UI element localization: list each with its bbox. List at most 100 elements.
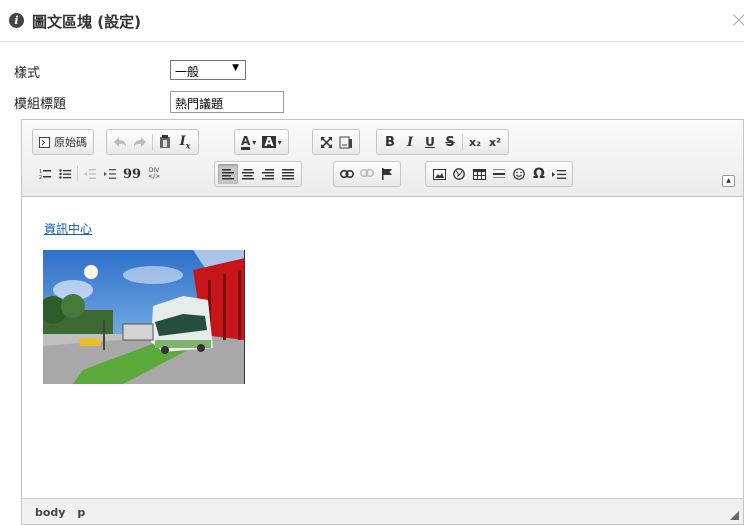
quote-icon: 99 bbox=[123, 166, 142, 182]
dropdown-arrow-icon: ▼ bbox=[232, 63, 239, 73]
special-char-button[interactable]: Ω bbox=[529, 164, 549, 184]
bold-button[interactable]: B bbox=[380, 132, 400, 152]
remove-format-button[interactable]: Ix bbox=[175, 132, 195, 152]
style-select[interactable]: 一般 ▼ bbox=[170, 60, 246, 80]
bg-color-button[interactable]: A ▾ bbox=[259, 132, 284, 152]
superscript-button[interactable]: x² bbox=[485, 132, 505, 152]
strike-button[interactable]: S bbox=[440, 132, 460, 152]
bulleted-list-button[interactable] bbox=[55, 164, 75, 184]
maximize-button[interactable] bbox=[316, 132, 336, 152]
justify-button[interactable] bbox=[278, 164, 298, 184]
basic-style-group: B I U S x₂ x² bbox=[376, 129, 509, 155]
align-center-icon bbox=[242, 168, 254, 179]
flash-button[interactable] bbox=[449, 164, 469, 184]
element-path: body p bbox=[35, 506, 93, 519]
page-break-button[interactable] bbox=[549, 164, 569, 184]
view-group bbox=[312, 129, 360, 155]
paste-button[interactable] bbox=[155, 132, 175, 152]
smiley-button[interactable] bbox=[509, 164, 529, 184]
bg-color-icon: A bbox=[262, 135, 276, 149]
undo-icon bbox=[114, 137, 126, 147]
align-left-icon bbox=[222, 168, 234, 179]
dialog-header: i 圖文區塊 (設定) × bbox=[0, 0, 744, 42]
table-icon bbox=[472, 168, 486, 180]
style-select-value: 一般 bbox=[175, 65, 200, 79]
align-group bbox=[214, 161, 302, 187]
link-group bbox=[333, 161, 401, 187]
module-title-label: 模組標題 bbox=[14, 97, 67, 112]
style-label: 樣式 bbox=[14, 66, 41, 81]
show-blocks-icon bbox=[339, 136, 352, 148]
unlink-button[interactable] bbox=[357, 164, 377, 184]
link-icon bbox=[340, 170, 354, 178]
path-item-p[interactable]: p bbox=[77, 506, 85, 519]
rich-text-editor: 原始碼 Ix A ▾ A ▾ B I U S x₂ x² 1 2 99 DIV … bbox=[21, 119, 744, 525]
div-container-button[interactable]: DIV </> bbox=[144, 164, 164, 184]
toolbar-separator bbox=[77, 166, 78, 182]
list-group: 12 99 DIV </> bbox=[32, 161, 167, 187]
insert-group: Ω bbox=[425, 161, 573, 187]
toolbar-collapse-button[interactable]: ▲ bbox=[722, 175, 735, 187]
globe-icon bbox=[453, 168, 465, 180]
style-row: 樣式 一般 ▼ bbox=[0, 58, 744, 84]
close-icon[interactable]: × bbox=[730, 8, 744, 33]
blockquote-button[interactable]: 99 bbox=[120, 164, 144, 184]
page-break-icon bbox=[552, 169, 566, 179]
maximize-icon bbox=[320, 136, 332, 148]
undo-group: Ix bbox=[106, 129, 199, 155]
omega-icon: Ω bbox=[533, 166, 545, 182]
image-button[interactable] bbox=[429, 164, 449, 184]
horizontal-rule-icon bbox=[493, 169, 505, 178]
resize-handle-icon[interactable] bbox=[730, 511, 739, 520]
font-color-icon: A bbox=[241, 133, 251, 150]
source-button[interactable]: 原始碼 bbox=[36, 132, 90, 152]
path-item-body[interactable]: body bbox=[35, 506, 65, 519]
align-center-button[interactable] bbox=[238, 164, 258, 184]
unlink-icon bbox=[360, 169, 374, 178]
indent-icon bbox=[104, 169, 116, 179]
module-title-input[interactable]: 熱門議題 bbox=[170, 91, 284, 113]
tram-photo[interactable] bbox=[43, 250, 245, 384]
module-title-row: 模組標題 熱門議題 bbox=[0, 89, 744, 115]
source-icon bbox=[39, 136, 50, 148]
editor-toolbar: 原始碼 Ix A ▾ A ▾ B I U S x₂ x² 1 2 99 DIV … bbox=[22, 120, 743, 197]
photo-image bbox=[43, 250, 244, 384]
redo-icon bbox=[134, 137, 146, 147]
undo-button[interactable] bbox=[110, 132, 130, 152]
redo-button[interactable] bbox=[130, 132, 150, 152]
image-icon bbox=[432, 168, 446, 180]
font-color-button[interactable]: A ▾ bbox=[238, 132, 259, 152]
underline-button[interactable]: U bbox=[420, 132, 440, 152]
editor-statusbar: body p bbox=[22, 498, 743, 524]
align-left-button[interactable] bbox=[218, 164, 238, 184]
color-group: A ▾ A ▾ bbox=[234, 129, 289, 155]
align-right-button[interactable] bbox=[258, 164, 278, 184]
link-button[interactable] bbox=[337, 164, 357, 184]
italic-button[interactable]: I bbox=[400, 132, 420, 152]
toolbar-separator bbox=[462, 134, 463, 150]
editor-content[interactable]: 資訊中心 bbox=[22, 198, 743, 500]
toolbar-separator bbox=[152, 134, 153, 150]
remove-format-icon: Ix bbox=[179, 133, 191, 151]
div-icon: DIV </> bbox=[148, 167, 161, 180]
content-link[interactable]: 資訊中心 bbox=[44, 220, 92, 237]
indent-button[interactable] bbox=[100, 164, 120, 184]
dialog-title: 圖文區塊 (設定) bbox=[32, 13, 141, 31]
table-button[interactable] bbox=[469, 164, 489, 184]
numbered-list-icon: 12 bbox=[39, 169, 51, 180]
info-icon: i bbox=[9, 13, 24, 28]
smiley-icon bbox=[513, 168, 525, 180]
subscript-button[interactable]: x₂ bbox=[465, 132, 485, 152]
show-blocks-button[interactable] bbox=[336, 132, 356, 152]
justify-icon bbox=[282, 168, 294, 179]
svg-text:2: 2 bbox=[39, 175, 42, 180]
outdent-button[interactable] bbox=[80, 164, 100, 184]
bulleted-list-icon bbox=[59, 169, 71, 179]
source-group: 原始碼 bbox=[32, 129, 94, 155]
source-label: 原始碼 bbox=[54, 136, 87, 149]
anchor-button[interactable] bbox=[377, 164, 397, 184]
paste-icon bbox=[160, 135, 170, 148]
numbered-list-button[interactable]: 12 bbox=[35, 164, 55, 184]
horizontal-rule-button[interactable] bbox=[489, 164, 509, 184]
flag-icon bbox=[381, 168, 392, 180]
